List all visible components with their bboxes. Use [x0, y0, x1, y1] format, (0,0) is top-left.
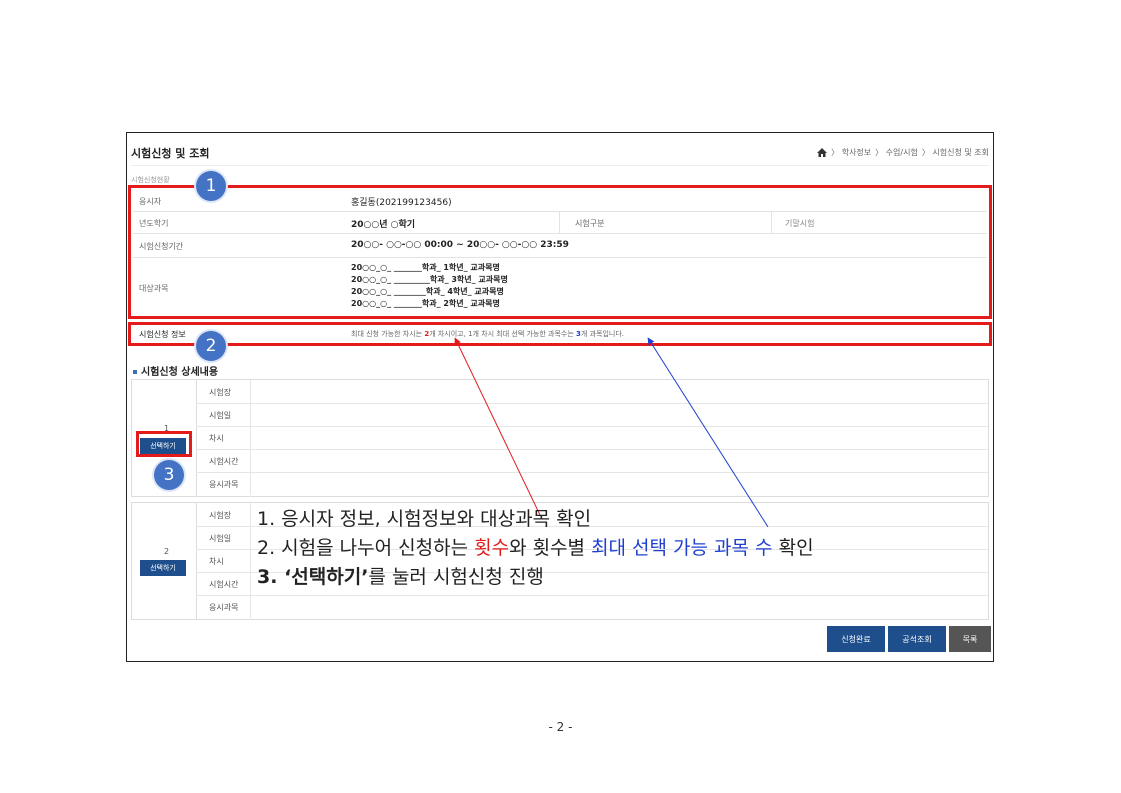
highlight-box-exam-info — [128, 322, 992, 346]
exam-session-row: 차시 — [196, 426, 988, 450]
breadcrumb: 〉 학사정보 〉 수업/시험 〉 시험신청 및 조회 — [817, 147, 989, 158]
exam-group-1: 1 선택하기 시험장 시험일 차시 시험시간 응시과목 — [131, 379, 989, 497]
detail-section-title: 시험신청 상세내용 — [133, 363, 218, 378]
highlight-box-select — [136, 431, 192, 457]
annotation-line-1: 1. 응시자 정보, 시험정보와 대상과목 확인 — [257, 508, 592, 530]
exam-time-row: 시험시간 — [196, 449, 988, 473]
exam-date-row: 시험일 — [196, 403, 988, 427]
group-number: 2 — [164, 547, 170, 556]
group-cell-2: 2 선택하기 — [132, 503, 197, 619]
marker-2: 2 — [196, 331, 226, 361]
annotation-line-3: 3. ‘선택하기’를 눌러 시험신청 진행 — [257, 566, 544, 588]
seat-search-button[interactable]: 공석조회 — [888, 626, 946, 652]
marker-1: 1 — [196, 171, 226, 201]
annotation-text: 1. 응시자 정보, 시험정보와 대상과목 확인 2. 시험을 나누어 신청하는… — [257, 505, 814, 592]
breadcrumb-item-class[interactable]: 〉 수업/시험 — [875, 147, 918, 158]
annotation-line-2: 2. 시험을 나누어 신청하는 횟수와 횟수별 최대 선택 가능 과목 수 확인 — [257, 537, 814, 559]
breadcrumb-item-exam[interactable]: 〉 시험신청 및 조회 — [922, 147, 989, 158]
section-subtitle: 시험신청현황 — [131, 176, 170, 184]
home-icon[interactable] — [817, 148, 828, 157]
highlight-box-info — [128, 185, 992, 319]
marker-3: 3 — [154, 460, 184, 490]
breadcrumb-item-academic[interactable]: 〉 학사정보 — [831, 147, 871, 158]
exam-room-row: 시험장 — [196, 380, 988, 404]
page-title: 시험신청 및 조회 — [131, 147, 210, 160]
select-button-2[interactable]: 선택하기 — [140, 560, 186, 576]
page-number: - 2 - — [548, 720, 573, 734]
exam-subject-row: 응시과목 — [196, 472, 988, 495]
exam-subject-row: 응시과목 — [196, 595, 988, 618]
list-button[interactable]: 목록 — [949, 626, 991, 652]
apply-complete-button[interactable]: 신청완료 — [827, 626, 885, 652]
